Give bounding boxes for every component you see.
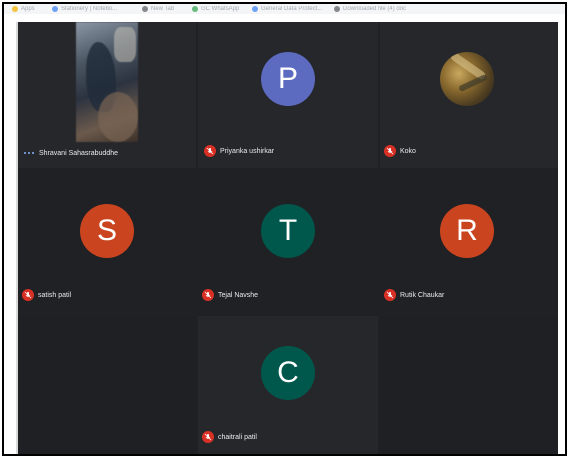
participant-tile-tejal[interactable]: T Tejal Navshe <box>198 170 378 314</box>
participant-name-row: Rutik Chaukar <box>384 288 444 302</box>
screenshot-frame: Apps Stationery | Notebo... New Tab GC W… <box>2 2 567 456</box>
mic-off-icon <box>384 289 396 301</box>
mic-off-icon <box>22 289 34 301</box>
avatar: T <box>261 204 315 258</box>
bookmark-label: Downloaded file (4) doc <box>343 6 407 12</box>
participant-name-row: Priyanka ushirkar <box>204 144 274 158</box>
participant-tile-shravani[interactable]: Shravani Sahasrabuddhe <box>18 22 196 168</box>
mic-off-icon <box>202 289 214 301</box>
participant-name-row: Tejal Navshe <box>202 288 258 302</box>
bookmark-favicon-icon <box>142 6 148 12</box>
participant-tile-satish[interactable]: S satish patil <box>18 170 196 314</box>
participant-name: Rutik Chaukar <box>400 291 445 299</box>
bookmark-gc-whatsapp[interactable]: GC WhatsApp <box>192 4 239 14</box>
bookmark-label: New Tab <box>151 6 175 12</box>
participant-tile-priyanka[interactable]: P Priyanka ushirkar <box>198 22 378 168</box>
participant-name-row: satish patil <box>22 288 71 302</box>
avatar: C <box>261 346 315 400</box>
apps-grid-icon <box>12 6 18 12</box>
avatar-initial: C <box>277 356 299 389</box>
bookmark-label: General Data Protect... <box>261 6 323 12</box>
avatar: P <box>261 52 315 106</box>
participant-tile-koko[interactable]: Koko <box>380 22 558 168</box>
bookmark-gdpr[interactable]: General Data Protect... <box>252 4 322 14</box>
participant-video-feed <box>76 22 138 142</box>
empty-tile <box>380 316 558 454</box>
bookmark-download[interactable]: Downloaded file (4) doc <box>334 4 406 14</box>
bookmark-label: GC WhatsApp <box>201 6 240 12</box>
avatar-initial: T <box>278 214 298 247</box>
participant-name: Priyanka ushirkar <box>220 147 275 155</box>
meeting-grid: Shravani Sahasrabuddhe P Priyanka ushirk… <box>16 22 558 454</box>
participant-tile-rutik[interactable]: R Rutik Chaukar <box>380 170 558 314</box>
bookmark-favicon-icon <box>334 6 340 12</box>
participant-name: Shravani Sahasrabuddhe <box>39 149 119 157</box>
bookmark-favicon-icon <box>52 6 58 12</box>
whatsapp-icon <box>192 6 198 12</box>
bookmark-stationery[interactable]: Stationery | Notebo... <box>52 4 117 14</box>
avatar-initial: R <box>456 214 478 247</box>
bookmark-apps[interactable]: Apps <box>12 4 35 14</box>
avatar: S <box>80 204 134 258</box>
bookmark-favicon-icon <box>252 6 258 12</box>
mic-off-icon <box>202 431 214 443</box>
bookmarks-bar: Apps Stationery | Notebo... New Tab GC W… <box>4 4 565 14</box>
avatar-photo <box>440 52 494 106</box>
avatar-initial: P <box>277 62 298 95</box>
avatar: R <box>440 204 494 258</box>
participant-name-row: chaitrali patil <box>202 430 257 444</box>
speaking-indicator-icon <box>24 152 34 154</box>
mic-off-icon <box>204 145 216 157</box>
avatar-initial: S <box>96 214 117 247</box>
participant-name: Koko <box>400 147 416 155</box>
participant-name-row: Koko <box>384 144 416 158</box>
bookmark-new-tab[interactable]: New Tab <box>142 4 174 14</box>
bookmark-label: Stationery | Notebo... <box>61 6 118 12</box>
mic-off-icon <box>384 145 396 157</box>
participant-name-row: Shravani Sahasrabuddhe <box>24 146 118 160</box>
empty-tile <box>18 316 196 454</box>
participant-tile-chaitrali[interactable]: C chaitrali patil <box>198 316 378 454</box>
participant-name: satish patil <box>38 291 72 299</box>
participant-name: chaitrali patil <box>218 433 257 441</box>
participant-name: Tejal Navshe <box>218 291 259 299</box>
bookmark-label: Apps <box>21 6 35 12</box>
